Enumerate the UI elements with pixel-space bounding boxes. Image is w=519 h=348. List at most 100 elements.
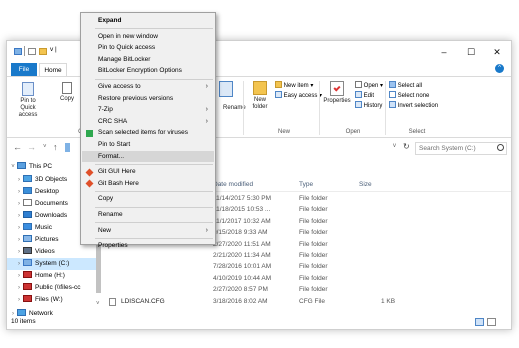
menu-item-properties[interactable]: Properties: [82, 240, 214, 252]
expand-chevron-icon[interactable]: ˅: [9, 161, 17, 173]
select-all-button[interactable]: Select all: [389, 81, 422, 89]
menu-separator: [95, 28, 213, 30]
close-button[interactable]: ✕: [483, 45, 511, 59]
menu-item-git-gui-here[interactable]: Git GUI Here: [82, 166, 214, 178]
collapse-chevron-icon[interactable]: ›: [15, 174, 23, 186]
edit-button[interactable]: Edit: [355, 91, 374, 99]
menu-item-restore-previous-versions[interactable]: Restore previous versions: [82, 93, 214, 105]
context-menu: Expand Open in new window Pin to Quick acc…: [80, 12, 216, 249]
antivirus-icon: [86, 129, 93, 137]
menu-item-label: Copy: [98, 195, 114, 203]
menu-item-7-zip[interactable]: 7-Zip ›: [82, 104, 214, 116]
cell-type: File folder: [299, 274, 328, 282]
title-divider: [24, 46, 25, 56]
copy-to-icon[interactable]: [219, 81, 233, 97]
forward-icon[interactable]: →: [27, 142, 36, 152]
address-dropdown[interactable]: v: [393, 143, 396, 149]
tab-home[interactable]: Home: [39, 63, 67, 76]
column-date-modified[interactable]: Date modified: [213, 181, 253, 188]
nav-item-public-files-cc[interactable]: › Public (\\files-cc: [7, 282, 97, 294]
properties-icon[interactable]: [28, 48, 36, 55]
nav-item-label: Public (\\files-cc: [35, 284, 81, 291]
up-icon[interactable]: ↑: [53, 142, 58, 152]
collapse-chevron-icon[interactable]: ›: [15, 234, 23, 246]
new-folder-icon[interactable]: [39, 48, 47, 55]
search-input[interactable]: Search System (C:): [415, 142, 507, 155]
properties-button[interactable]: Properties: [323, 81, 351, 105]
easy-access-button[interactable]: Easy access ▾: [275, 91, 322, 99]
table-row[interactable]: 7/28/2016 10:01 AM File folder: [99, 261, 429, 273]
menu-item-label: Give access to: [98, 83, 141, 90]
cell-date: 2/27/2020 11:51 AM: [213, 240, 271, 248]
history-button[interactable]: History: [355, 101, 382, 109]
menu-item-give-access-to[interactable]: Give access to ›: [82, 81, 214, 93]
menu-item-bitlocker-encryption-options[interactable]: BitLocker Encryption Options: [82, 65, 214, 77]
pin-quick-access-button[interactable]: Pin to Quick access: [17, 82, 39, 119]
new-group-label: New: [277, 129, 290, 135]
collapse-chevron-icon[interactable]: ›: [15, 258, 23, 270]
large-icons-view-icon[interactable]: [487, 318, 496, 326]
nav-item-home-h[interactable]: › Home (H:): [7, 270, 97, 282]
collapse-chevron-icon[interactable]: ›: [15, 282, 23, 294]
collapse-chevron-icon[interactable]: ›: [15, 198, 23, 210]
collapse-chevron-icon[interactable]: ›: [15, 222, 23, 234]
documents-icon: [23, 199, 32, 206]
menu-item-scan-selected-items-for-viruses[interactable]: Scan selected items for viruses: [82, 127, 214, 139]
column-type[interactable]: Type: [299, 181, 313, 188]
network-drive-icon: [23, 295, 32, 302]
menu-item-crc-sha[interactable]: CRC SHA ›: [82, 116, 214, 128]
maximize-button[interactable]: ☐: [457, 45, 485, 59]
menu-item-label: Git Bash Here: [98, 179, 139, 187]
pictures-icon: [23, 235, 32, 242]
menu-item-new[interactable]: New ›: [82, 225, 214, 237]
menu-item-label: Restore previous versions: [98, 94, 174, 102]
column-size[interactable]: Size: [359, 181, 372, 188]
collapse-chevron-icon[interactable]: ›: [15, 210, 23, 222]
nav-item-system-c[interactable]: › System (C:): [7, 258, 97, 270]
quick-access-dropdown[interactable]: v |: [50, 46, 57, 53]
refresh-icon[interactable]: ↻: [403, 142, 410, 151]
collapse-chevron-icon[interactable]: ›: [15, 270, 23, 282]
back-icon[interactable]: ←: [13, 142, 22, 152]
collapse-chevron-icon[interactable]: ›: [15, 294, 23, 306]
invert-selection-label: Invert selection: [397, 103, 439, 109]
table-row[interactable]: 4/10/2019 10:44 AM File folder: [99, 273, 429, 285]
tab-file[interactable]: File: [11, 63, 37, 76]
menu-item-git-bash-here[interactable]: Git Bash Here: [82, 178, 214, 190]
invert-selection-button[interactable]: Invert selection: [389, 101, 438, 109]
menu-item-expand[interactable]: Expand: [82, 15, 214, 27]
help-icon[interactable]: ^: [495, 64, 504, 73]
submenu-arrow-icon: ›: [205, 83, 208, 90]
menu-item-label: Manage BitLocker: [98, 55, 151, 63]
nav-item-files-w[interactable]: › Files (W:): [7, 294, 97, 306]
cell-date: 11/1/2017 10:32 AM: [213, 217, 271, 225]
collapse-chevron-icon[interactable]: ›: [15, 186, 23, 198]
minimize-button[interactable]: –: [430, 45, 458, 59]
menu-item-manage-bitlocker[interactable]: Manage BitLocker: [82, 54, 214, 66]
menu-item-format[interactable]: Format...: [82, 150, 214, 163]
copy-label: Copy: [59, 96, 74, 102]
table-row[interactable]: 2/27/2020 8:57 PM File folder: [99, 284, 429, 296]
menu-item-pin-to-start[interactable]: Pin to Start: [82, 139, 214, 151]
table-row[interactable]: 2/21/2020 11:34 AM File folder: [99, 250, 429, 262]
open-button[interactable]: Open ▾: [355, 81, 383, 89]
menu-separator: [95, 78, 213, 80]
menu-item-copy[interactable]: Copy: [82, 193, 214, 205]
nav-item-label: Downloads: [35, 212, 68, 219]
search-icon: [497, 144, 504, 151]
recent-locations-icon[interactable]: ˅: [43, 144, 47, 150]
menu-item-pin-to-quick-access[interactable]: Pin to Quick access: [82, 42, 214, 54]
copy-button[interactable]: Copy: [57, 82, 77, 103]
details-view-icon[interactable]: [475, 318, 484, 326]
nav-item-label: This PC: [29, 163, 53, 170]
table-row[interactable]: LDISCAN.CFG 3/18/2016 8:02 AM CFG File 1 KB: [99, 296, 429, 308]
menu-separator: [95, 237, 213, 239]
new-item-button[interactable]: New item ▾: [275, 81, 313, 89]
menu-item-rename[interactable]: Rename: [82, 209, 214, 221]
menu-separator: [95, 222, 213, 224]
select-none-button[interactable]: Select none: [389, 91, 429, 99]
collapse-chevron-icon[interactable]: ›: [15, 246, 23, 258]
new-folder-button[interactable]: New folder: [249, 81, 271, 111]
menu-item-open-in-new-window[interactable]: Open in new window: [82, 31, 214, 43]
menu-item-label: Pin to Quick access: [98, 44, 156, 52]
